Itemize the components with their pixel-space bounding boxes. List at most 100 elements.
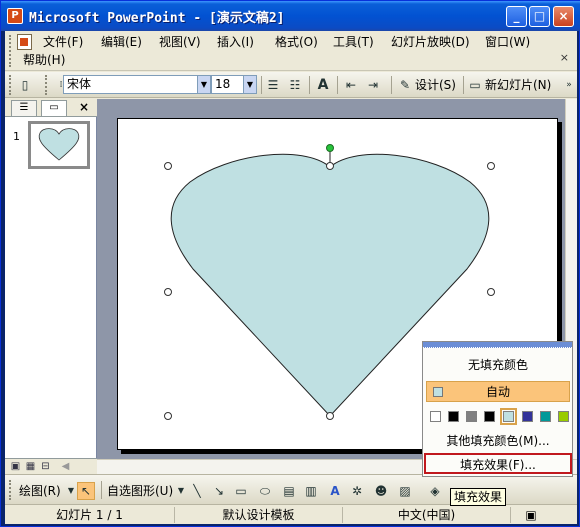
toolbar-separator — [261, 76, 262, 94]
decrease-indent-icon[interactable]: ⇤ — [343, 77, 359, 93]
toolbar-overflow-icon[interactable]: » — [561, 77, 577, 93]
font-name-value: 宋体 — [67, 77, 92, 91]
color-swatch-light-teal[interactable] — [500, 408, 517, 425]
heart-thumbnail — [38, 128, 80, 161]
no-fill-option[interactable]: 无填充颜色 — [426, 355, 570, 376]
oval-tool-icon[interactable]: ⬭ — [257, 483, 273, 499]
menu-grip[interactable] — [9, 35, 12, 67]
increase-indent-icon[interactable]: ⇥ — [365, 77, 381, 93]
more-fill-colors-option[interactable]: 其他填充颜色(M)... — [426, 431, 570, 452]
normal-view-icon[interactable]: ▣ — [9, 460, 22, 473]
menu-insert[interactable]: 插入(I) — [217, 33, 254, 51]
new-document-icon[interactable]: ▯ — [17, 77, 33, 93]
chevron-down-icon[interactable]: ▼ — [197, 76, 210, 93]
automatic-fill-option[interactable]: 自动 — [426, 381, 570, 402]
chevron-down-icon[interactable]: ▼ — [243, 76, 256, 93]
textbox-tool-icon[interactable]: ▤ — [281, 483, 297, 499]
spellcheck-icon[interactable]: ▣ — [511, 507, 551, 523]
minimize-button[interactable]: _ — [506, 6, 527, 27]
toolbar-grip[interactable] — [9, 480, 12, 500]
toolbar-separator — [391, 76, 392, 94]
numbered-list-icon[interactable]: ☰ — [265, 77, 281, 93]
toolbar-separator — [101, 481, 102, 499]
select-arrow-icon[interactable]: ↖ — [77, 482, 95, 500]
vertical-textbox-icon[interactable]: ▥ — [303, 483, 319, 499]
window-title: Microsoft PowerPoint - [演示文稿2] — [29, 11, 285, 26]
diagram-icon[interactable]: ✲ — [349, 483, 365, 499]
close-button[interactable]: × — [553, 6, 574, 27]
color-swatch-black[interactable] — [448, 411, 459, 422]
resize-handle[interactable] — [164, 288, 172, 296]
font-size-value: 18 — [215, 77, 231, 91]
pane-close-icon[interactable]: × — [79, 100, 89, 114]
resize-handle[interactable] — [487, 288, 495, 296]
resize-handle[interactable] — [164, 412, 172, 420]
fill-color-icon[interactable]: ◈ — [427, 483, 443, 499]
resize-handle[interactable] — [326, 412, 334, 420]
picture-icon[interactable]: ▨ — [397, 483, 413, 499]
design-icon[interactable]: ✎ — [397, 77, 413, 93]
resize-handle[interactable] — [487, 162, 495, 170]
color-swatch-teal[interactable] — [540, 411, 551, 422]
color-swatch-lime[interactable] — [558, 411, 569, 422]
outline-tab[interactable]: ☰ — [11, 100, 37, 116]
document-close-icon[interactable]: × — [560, 51, 569, 64]
slide-number: 1 — [13, 130, 20, 143]
tooltip: 填充效果 — [450, 488, 506, 506]
menu-format[interactable]: 格式(O) — [275, 33, 318, 51]
font-size-select[interactable]: 18 ▼ — [211, 75, 257, 94]
status-language: 中文(中国) — [343, 507, 511, 523]
rotation-handle[interactable] — [326, 144, 334, 152]
color-swatch-black-2[interactable] — [484, 411, 495, 422]
color-swatch-white[interactable] — [430, 411, 441, 422]
scroll-left-icon[interactable]: ◀ — [59, 460, 72, 473]
font-name-select[interactable]: 宋体 ▼ — [63, 75, 211, 94]
resize-handle[interactable] — [164, 162, 172, 170]
clipart-icon[interactable]: ☻ — [373, 483, 389, 499]
title-bar[interactable]: P Microsoft PowerPoint - [演示文稿2] _ □ × — [1, 1, 580, 31]
menu-help[interactable]: 帮助(H) — [23, 51, 65, 69]
color-swatch-gray[interactable] — [466, 411, 477, 422]
status-template: 默认设计模板 — [175, 507, 343, 523]
color-swatch-indigo[interactable] — [522, 411, 533, 422]
new-slide-button[interactable]: 新幻灯片(N) — [485, 77, 551, 93]
line-tool-icon[interactable]: ╲ — [189, 483, 205, 499]
menu-slideshow[interactable]: 幻灯片放映(D) — [391, 33, 470, 51]
new-slide-icon[interactable]: ▭ — [467, 77, 483, 93]
fill-effects-option[interactable]: 填充效果(F)... — [424, 453, 572, 474]
resize-handle[interactable] — [326, 162, 334, 170]
design-button[interactable]: 设计(S) — [415, 77, 456, 93]
menu-tools[interactable]: 工具(T) — [333, 33, 374, 51]
toolbar-separator — [463, 76, 464, 94]
menu-view[interactable]: 视图(V) — [159, 33, 201, 51]
powerpoint-app-icon[interactable]: P — [7, 8, 23, 24]
arrow-tool-icon[interactable]: ↘ — [211, 483, 227, 499]
popup-drag-handle[interactable] — [423, 342, 572, 348]
status-bar: 幻灯片 1 / 1 默认设计模板 中文(中国) ▣ — [5, 504, 577, 524]
wordart-icon[interactable]: A — [327, 483, 343, 499]
rectangle-tool-icon[interactable]: ▭ — [233, 483, 249, 499]
autoshapes-button[interactable]: 自选图形(U) — [107, 483, 173, 499]
fill-color-popup: 无填充颜色 自动 其他填充颜色(M)... 填充效果(F)... — [422, 341, 573, 477]
automatic-fill-label: 自动 — [485, 385, 510, 399]
draw-menu-button[interactable]: 绘图(R) — [19, 483, 61, 499]
bullet-list-icon[interactable]: ☷ — [287, 77, 303, 93]
menu-bar: 文件(F) 编辑(E) 视图(V) 插入(I) 格式(O) 工具(T) 幻灯片放… — [5, 31, 577, 71]
automatic-color-swatch — [433, 387, 443, 397]
slides-tab[interactable]: ▭ — [41, 100, 67, 116]
maximize-button[interactable]: □ — [529, 6, 550, 27]
slide-thumbnail[interactable] — [28, 121, 90, 169]
toolbar-separator — [337, 76, 338, 94]
slideshow-view-icon[interactable]: ⊟ — [39, 460, 52, 473]
slide-sorter-icon[interactable]: ▦ — [24, 460, 37, 473]
view-buttons: ▣ ▦ ⊟ ◀ — [5, 458, 97, 474]
document-icon[interactable] — [17, 34, 32, 50]
increase-font-icon[interactable]: A — [315, 77, 331, 93]
chevron-down-icon[interactable]: ▼ — [173, 483, 189, 499]
toolbar-grip[interactable] — [9, 75, 12, 95]
menu-window[interactable]: 窗口(W) — [485, 33, 530, 51]
toolbar-grip-2[interactable] — [45, 75, 48, 95]
menu-file[interactable]: 文件(F) — [43, 33, 83, 51]
menu-edit[interactable]: 编辑(E) — [101, 33, 142, 51]
pane-tabs: ☰ ▭ × — [5, 99, 97, 117]
